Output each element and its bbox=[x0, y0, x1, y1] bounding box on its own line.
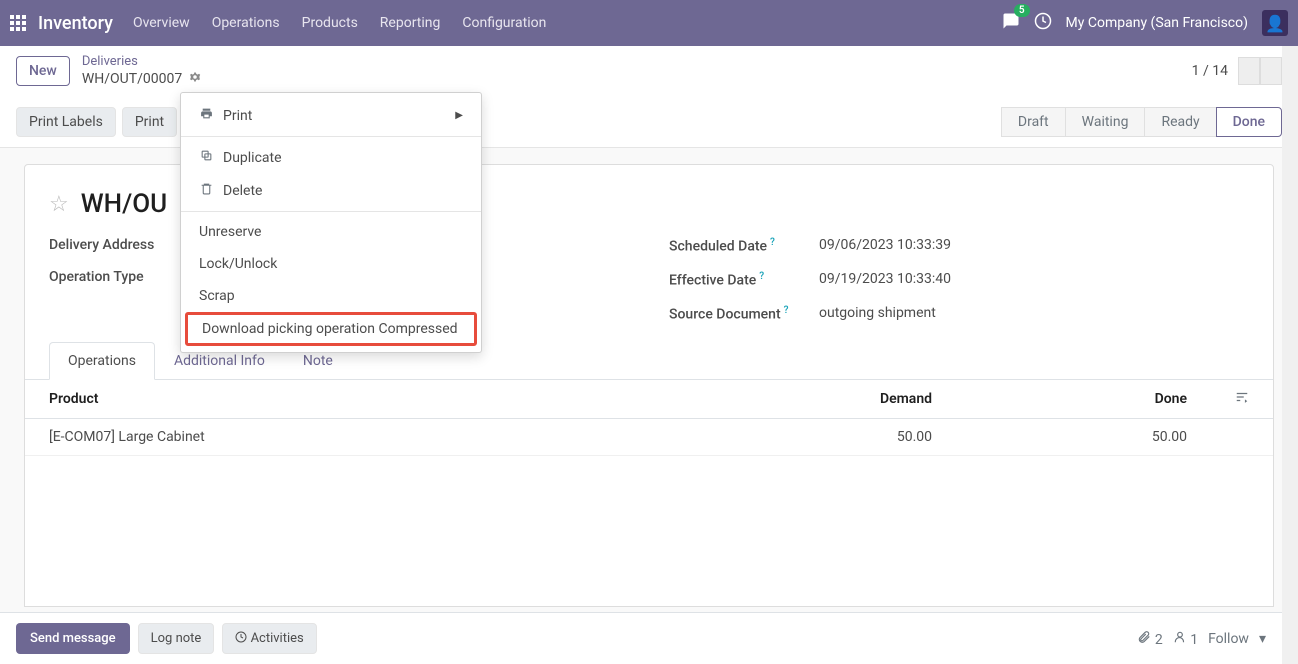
effective-date-value: 09/19/2023 10:33:40 bbox=[819, 271, 951, 289]
send-message-button[interactable]: Send message bbox=[16, 623, 130, 654]
operation-type-label: Operation Type bbox=[49, 269, 199, 285]
help-icon[interactable]: ? bbox=[759, 271, 764, 282]
cell-done: 50.00 bbox=[956, 419, 1211, 456]
breadcrumb-current: WH/OUT/00007 bbox=[82, 71, 182, 88]
scheduled-date-label: Scheduled Date? bbox=[669, 237, 819, 255]
pager-text[interactable]: 1 / 14 bbox=[1192, 63, 1228, 79]
user-avatar[interactable]: 👤 bbox=[1262, 10, 1288, 36]
status-waiting[interactable]: Waiting bbox=[1065, 107, 1146, 137]
new-button[interactable]: New bbox=[16, 56, 70, 86]
menu-unreserve[interactable]: Unreserve bbox=[181, 216, 481, 248]
follow-button[interactable]: Follow bbox=[1208, 631, 1249, 647]
table-row[interactable]: [E-COM07] Large Cabinet 50.00 50.00 bbox=[25, 419, 1273, 456]
record-title: WH/OU bbox=[81, 189, 167, 219]
breadcrumb-parent[interactable]: Deliveries bbox=[82, 54, 202, 70]
followers-icon[interactable]: 1 bbox=[1173, 630, 1198, 648]
menu-scrap[interactable]: Scrap bbox=[181, 280, 481, 312]
nav-configuration[interactable]: Configuration bbox=[462, 15, 546, 31]
duplicate-icon bbox=[199, 149, 213, 166]
menu-download-picking[interactable]: Download picking operation Compressed bbox=[185, 312, 477, 346]
columns-settings-icon[interactable] bbox=[1211, 380, 1273, 419]
app-name[interactable]: Inventory bbox=[38, 13, 113, 34]
status-done[interactable]: Done bbox=[1216, 107, 1282, 137]
messaging-badge: 5 bbox=[1014, 4, 1030, 17]
menu-delete[interactable]: Delete bbox=[181, 174, 481, 207]
chevron-right-icon: ▶ bbox=[455, 110, 463, 121]
scheduled-date-value: 09/06/2023 10:33:39 bbox=[819, 237, 951, 255]
statusbar: Draft Waiting Ready Done bbox=[1002, 107, 1282, 137]
log-note-button[interactable]: Log note bbox=[138, 623, 215, 654]
trash-icon bbox=[199, 182, 213, 199]
status-ready[interactable]: Ready bbox=[1144, 107, 1216, 137]
pager-next[interactable] bbox=[1260, 57, 1282, 85]
attachment-icon[interactable]: 2 bbox=[1137, 630, 1162, 648]
scrollbar[interactable] bbox=[1282, 46, 1298, 664]
follow-caret-icon[interactable]: ▾ bbox=[1259, 631, 1266, 647]
pager-prev[interactable] bbox=[1238, 57, 1260, 85]
status-draft[interactable]: Draft bbox=[1001, 107, 1066, 137]
print-labels-button[interactable]: Print Labels bbox=[16, 107, 116, 137]
favorite-star-icon[interactable]: ☆ bbox=[49, 192, 69, 217]
nav-reporting[interactable]: Reporting bbox=[380, 15, 441, 31]
messaging-icon[interactable]: 5 bbox=[1002, 12, 1020, 34]
print-icon bbox=[199, 107, 213, 124]
col-demand[interactable]: Demand bbox=[649, 380, 956, 419]
company-name[interactable]: My Company (San Francisco) bbox=[1066, 15, 1248, 31]
nav-products[interactable]: Products bbox=[302, 15, 358, 31]
menu-print[interactable]: Print ▶ bbox=[181, 99, 481, 132]
cell-demand: 50.00 bbox=[649, 419, 956, 456]
effective-date-label: Effective Date? bbox=[669, 271, 819, 289]
help-icon[interactable]: ? bbox=[784, 305, 789, 316]
activities-icon[interactable] bbox=[1034, 12, 1052, 34]
delivery-address-label: Delivery Address bbox=[49, 237, 199, 253]
gear-icon[interactable] bbox=[188, 70, 202, 89]
print-button[interactable]: Print bbox=[122, 107, 177, 137]
col-product[interactable]: Product bbox=[25, 380, 649, 419]
gear-dropdown: Print ▶ Duplicate Delete Unreserve Lock/… bbox=[180, 92, 482, 353]
menu-duplicate[interactable]: Duplicate bbox=[181, 141, 481, 174]
col-done[interactable]: Done bbox=[956, 380, 1211, 419]
activities-button[interactable]: Activities bbox=[222, 623, 316, 654]
menu-lock-unlock[interactable]: Lock/Unlock bbox=[181, 248, 481, 280]
source-document-label: Source Document? bbox=[669, 305, 819, 323]
apps-icon[interactable] bbox=[10, 15, 26, 31]
help-icon[interactable]: ? bbox=[770, 237, 775, 248]
nav-operations[interactable]: Operations bbox=[212, 15, 280, 31]
tab-operations[interactable]: Operations bbox=[49, 342, 155, 380]
cell-product: [E-COM07] Large Cabinet bbox=[25, 419, 649, 456]
source-document-value: outgoing shipment bbox=[819, 305, 936, 323]
nav-overview[interactable]: Overview bbox=[133, 15, 190, 31]
